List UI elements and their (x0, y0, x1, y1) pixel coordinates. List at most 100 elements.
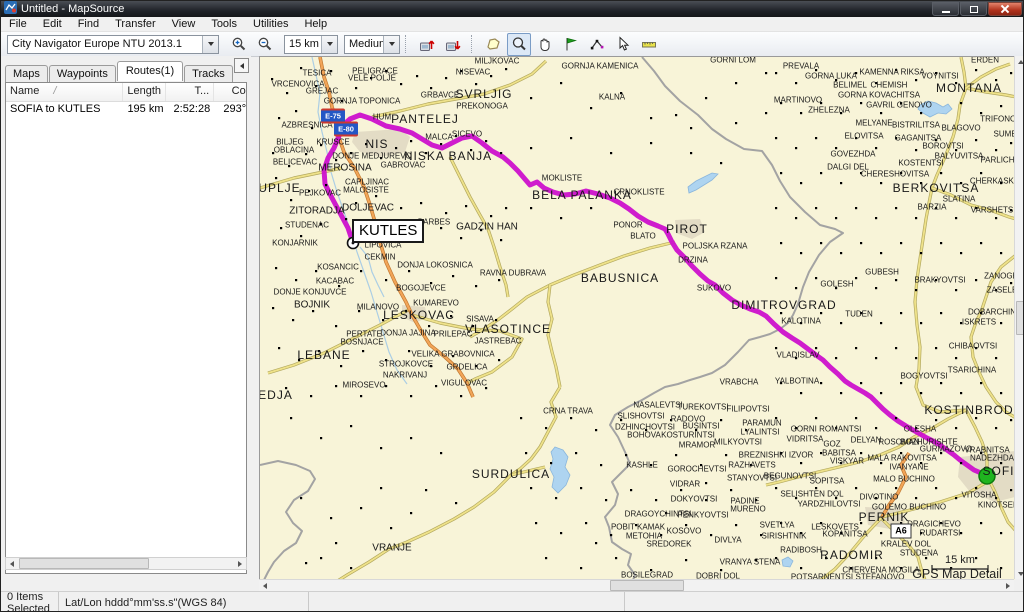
column-header-length[interactable]: Length (123, 83, 167, 101)
map-label: GOVEZHDA (830, 149, 876, 159)
menu-item-find[interactable]: Find (70, 17, 107, 31)
tab-routes[interactable]: Routes(1) (116, 61, 184, 81)
map-detail-dropdown[interactable]: Medium (344, 34, 400, 54)
collapse-panel-button[interactable] (234, 58, 249, 73)
map-label: SLATINA (942, 194, 976, 204)
scroll-up-arrow[interactable] (1015, 56, 1023, 67)
map-label: OLESHA (903, 424, 937, 434)
map-label: DONJA JAJINA (380, 328, 436, 338)
map-product-dropdown[interactable]: City Navigator Europe NTU 2013.1 (7, 34, 219, 54)
map-scale-value: 15 km (289, 38, 319, 50)
cursor-arrow-icon (619, 36, 630, 51)
map-label: DOLJEVAC (341, 202, 395, 214)
map-canvas[interactable]: TESICA PELIGRACE VELE POLJE VRCENOVICA GREJA… (259, 56, 1015, 580)
map-label: GRBAVCE (420, 90, 460, 100)
data-tabs: Maps Waypoints Routes(1) Tracks (5, 60, 234, 83)
map-label: BOGYOVTSI (900, 371, 948, 381)
map-label: GOZ (823, 439, 841, 449)
zoom-tool-button[interactable] (507, 32, 531, 56)
menu-item-file[interactable]: File (1, 17, 35, 31)
scroll-down-arrow[interactable] (1015, 568, 1023, 579)
map-label: DONJE KONJUVCE (273, 287, 347, 297)
map-tool-icon (487, 38, 500, 50)
map-label: DOBARCHIN (967, 307, 1015, 317)
menu-item-utilities[interactable]: Utilities (245, 17, 296, 31)
map-scale-dropdown[interactable]: 15 km (284, 34, 338, 54)
route-tool-button[interactable] (585, 33, 609, 56)
map-horizontal-scrollbar[interactable] (259, 579, 1014, 591)
zoom-out-icon (258, 37, 272, 51)
selection-tool-button[interactable] (611, 33, 635, 56)
maximize-button[interactable] (960, 2, 987, 16)
scroll-left-arrow[interactable] (259, 580, 271, 591)
minimize-button[interactable] (932, 2, 959, 16)
map-label: POLJSKA RZANA (682, 241, 748, 251)
map-label: NASALEVTSI (633, 400, 683, 410)
map-label: BISTRILITSA (891, 120, 941, 130)
map-label: BLAGOVO (941, 123, 981, 133)
zoom-in-button[interactable] (227, 33, 251, 56)
pan-tool-button[interactable] (533, 33, 557, 56)
menu-item-help[interactable]: Help (296, 17, 335, 31)
distance-tool-button[interactable] (637, 33, 661, 56)
panel-horizontal-scrollbar[interactable] (5, 557, 247, 570)
map-label: VELE POLJE (347, 73, 397, 83)
map-label: VISKYAR (829, 456, 865, 466)
scroll-right-arrow[interactable] (234, 558, 246, 569)
send-to-device-icon (420, 40, 435, 51)
map-label: KASHLE (626, 460, 658, 470)
map-label: KOSOVO (666, 526, 702, 536)
map-label: GORNI ROMANTSI (790, 424, 862, 434)
zoom-in-icon (232, 37, 246, 51)
menu-item-transfer[interactable]: Transfer (107, 17, 164, 31)
mapsource-window: Untitled - MapSource File Edit Find Transfe… (0, 0, 1024, 612)
tab-maps[interactable]: Maps (5, 65, 48, 83)
map-label: CEKMIN (364, 252, 396, 262)
map-label: SOFIA (982, 464, 1015, 478)
send-to-device-button[interactable] (415, 33, 439, 56)
column-header-cours[interactable]: Cours (214, 83, 246, 101)
map-label: YALBOTINA (774, 376, 820, 386)
zoom-tool-icon (512, 37, 526, 51)
map-label: MURENO (730, 504, 766, 514)
map-label: CHEMISH (870, 80, 908, 90)
map-label: STROJKOVCE (378, 359, 434, 369)
menu-item-edit[interactable]: Edit (35, 17, 70, 31)
column-header-name[interactable]: Name / (6, 83, 124, 101)
map-scale-label: 15 km (945, 554, 975, 566)
map-label: VLADISLAV (776, 350, 820, 360)
map-label: RUDARTSI (919, 528, 961, 538)
scroll-thumb[interactable] (610, 580, 684, 591)
table-row[interactable]: SOFIA to KUTLES 195 km 2:52:28 293° tru (6, 101, 246, 118)
column-header-t[interactable]: T... (166, 83, 215, 101)
map-label: PENKYOVTSI (677, 510, 729, 520)
menu-item-tools[interactable]: Tools (203, 17, 245, 31)
waypoint-tool-button[interactable] (559, 33, 583, 56)
scroll-left-arrow[interactable] (6, 558, 18, 569)
map-label: PARAMUN (742, 418, 782, 428)
scroll-thumb[interactable] (1016, 301, 1023, 335)
waypoint-label-kutles[interactable]: KUTLES (352, 219, 425, 243)
close-button[interactable] (988, 2, 1022, 16)
zoom-out-button[interactable] (253, 33, 277, 56)
road-shield-e-80: E-80 (334, 121, 358, 137)
receive-from-device-button[interactable] (441, 33, 465, 56)
tab-tracks[interactable]: Tracks (184, 65, 233, 83)
scroll-right-arrow[interactable] (1002, 580, 1014, 591)
map-tool-button[interactable] (481, 33, 505, 56)
map-label: PONOR (613, 220, 643, 230)
map-label: MELYANE (855, 118, 893, 128)
map-label: PIROT (666, 222, 708, 236)
map-vertical-scrollbar[interactable] (1014, 56, 1023, 579)
tab-waypoints[interactable]: Waypoints (48, 65, 116, 83)
table-header[interactable]: Name/LengthT...Cours (6, 83, 246, 102)
map-label: KRALEV DOL (880, 539, 932, 549)
scroll-thumb[interactable] (19, 558, 149, 569)
map-label: KAMENNA RIKSA (859, 67, 925, 77)
menu-item-view[interactable]: View (164, 17, 204, 31)
map-label: DONJA LOKOSNICA (397, 260, 473, 270)
map-label: SOPITSA (809, 476, 845, 486)
map-label: VRANYA STENA (719, 557, 781, 567)
status-bar: 0 Items Selected Lat/Lon hddd°mm'ss.s"(W… (1, 591, 1023, 611)
map-label: RAZHAVETS (728, 460, 776, 470)
